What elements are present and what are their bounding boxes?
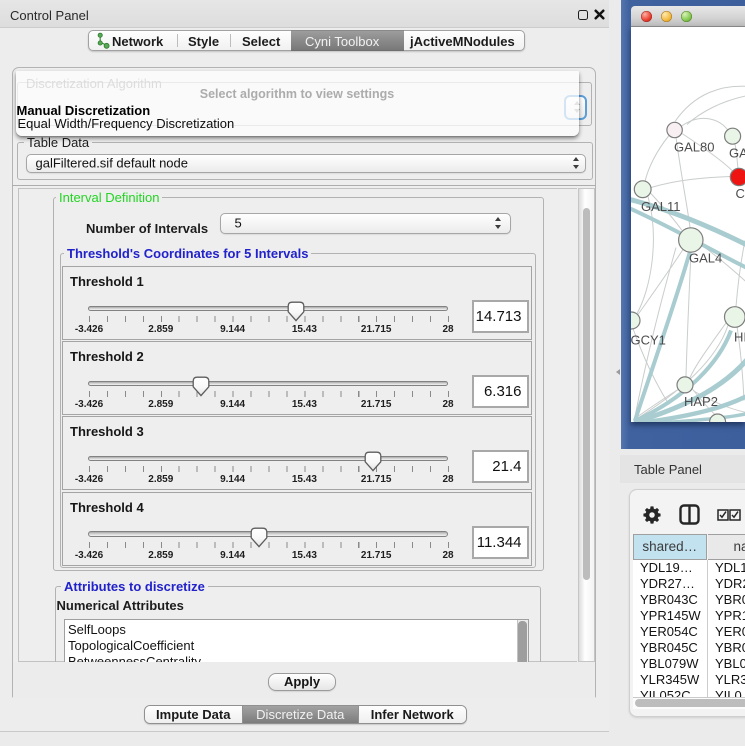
svg-text:HIS4: HIS4	[734, 329, 745, 344]
svg-text:GAL4: GAL4	[729, 145, 745, 160]
svg-text:GAL11: GAL11	[641, 199, 681, 214]
svg-text:GCY1: GCY1	[631, 332, 666, 347]
svg-text:GAL80: GAL80	[674, 139, 714, 154]
svg-text:HAP2: HAP2	[684, 394, 718, 409]
svg-text:CY: CY	[736, 186, 745, 201]
svg-text:GAL4: GAL4	[689, 250, 722, 265]
